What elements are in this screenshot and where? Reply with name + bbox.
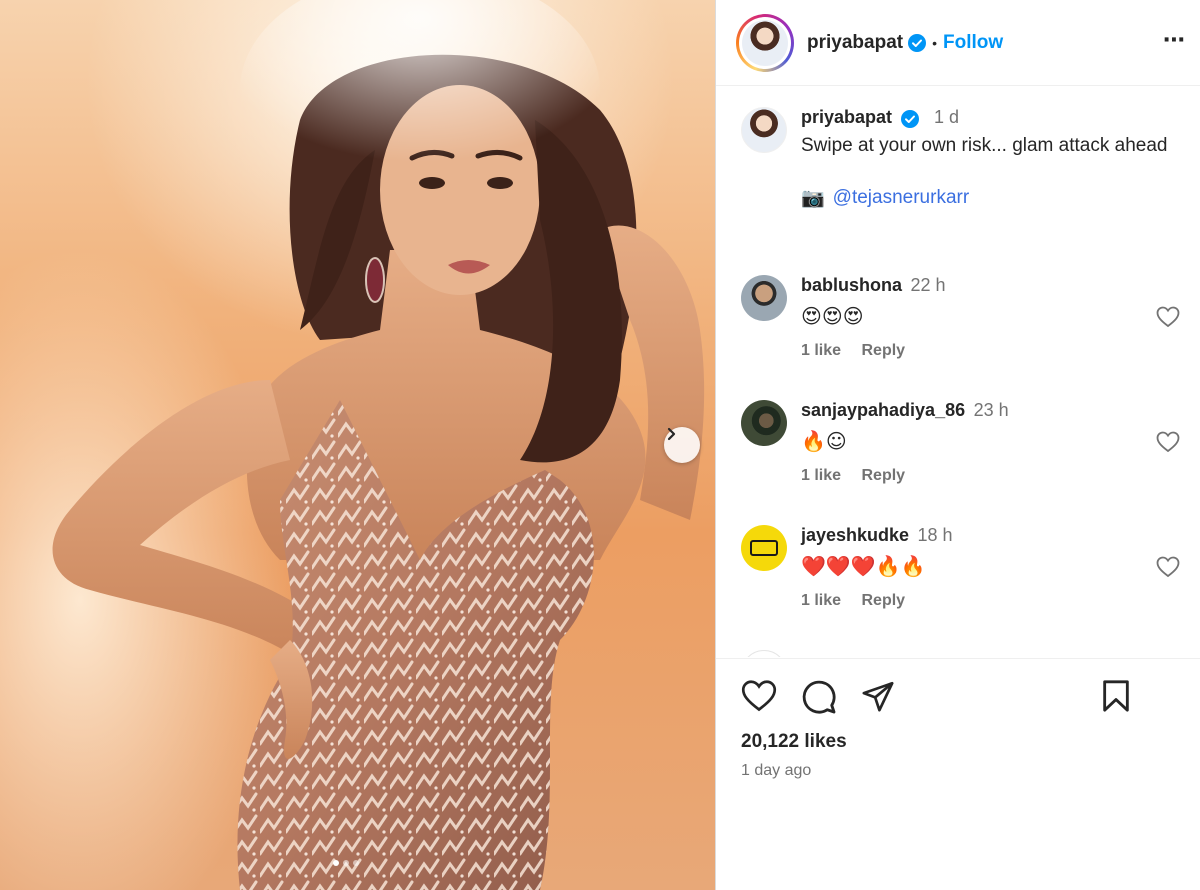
comment-username[interactable]: sanjaypahadiya_86: [801, 400, 965, 420]
photo-credit: 📷 @tejasnerurkarr: [801, 186, 1180, 210]
carousel-indicator: [333, 860, 359, 866]
comment-text: 😍😍😍: [801, 304, 864, 328]
like-comment-heart-icon[interactable]: [1156, 306, 1180, 328]
comment-item: sanjaypahadiya_86 23 h 🔥☺ 1 like Reply: [741, 400, 1180, 500]
caption-username[interactable]: priyabapat: [801, 107, 892, 127]
comment-time: 22 h: [910, 275, 946, 295]
more-options-icon[interactable]: ⋯: [1163, 29, 1186, 51]
comment-username[interactable]: bablushona: [801, 275, 902, 295]
avatar: [741, 650, 787, 657]
carousel-dot: [353, 860, 359, 866]
post-actions: 20,122 likes 1 day ago: [716, 658, 1200, 890]
share-icon[interactable]: [861, 679, 895, 713]
camera-icon: 📷: [801, 188, 825, 209]
caption-time: 1 d: [933, 107, 959, 127]
comment-time: 18 h: [917, 525, 953, 545]
comment-likes[interactable]: 1 like: [801, 592, 841, 609]
likes-count[interactable]: 20,122 likes: [741, 731, 847, 753]
post-photo-illustration: [52, 0, 705, 890]
caption-row: priyabapat 1 d Swipe at your own risk...…: [741, 107, 1180, 267]
reply-button[interactable]: Reply: [861, 467, 905, 484]
save-bookmark-icon[interactable]: [1101, 679, 1131, 713]
post-side-panel: priyabapat • Follow ⋯ priyabapat 1 d Swi…: [715, 0, 1200, 890]
comment-item: bablushona 22 h 😍😍😍 1 like Reply: [741, 275, 1180, 375]
comment-icon[interactable]: [801, 679, 837, 715]
like-heart-icon[interactable]: [741, 679, 777, 713]
caption-text: Swipe at your own risk... glam attack ah…: [801, 135, 1168, 156]
reply-button[interactable]: Reply: [861, 342, 905, 359]
header-separator: •: [932, 34, 937, 51]
comment-likes[interactable]: 1 like: [801, 342, 841, 359]
post-photo[interactable]: [0, 0, 715, 890]
avatar[interactable]: [741, 400, 787, 446]
comment-likes[interactable]: 1 like: [801, 467, 841, 484]
comment-username[interactable]: jayeshkudke: [801, 525, 909, 545]
mention-link[interactable]: @tejasnerurkarr: [833, 187, 970, 209]
verified-badge-icon: [901, 109, 920, 128]
comment-text: 🔥☺: [801, 429, 847, 453]
follow-button[interactable]: Follow: [943, 32, 1003, 54]
like-comment-heart-icon[interactable]: [1156, 431, 1180, 453]
like-comment-heart-icon[interactable]: [1156, 556, 1180, 578]
avatar[interactable]: [741, 525, 787, 571]
reply-button[interactable]: Reply: [861, 592, 905, 609]
avatar[interactable]: [741, 275, 787, 321]
post-header: priyabapat • Follow ⋯: [716, 0, 1200, 86]
carousel-dot: [343, 860, 349, 866]
posted-time: 1 day ago: [741, 762, 812, 779]
comment-item: jayeshkudke 18 h ❤️❤️❤️🔥🔥 1 like Reply: [741, 525, 1180, 625]
author-username[interactable]: priyabapat: [807, 32, 903, 54]
chevron-right-icon: [667, 427, 676, 441]
verified-badge-icon: [908, 33, 927, 52]
comment-text: ❤️❤️❤️🔥🔥: [801, 554, 926, 578]
avatar: [742, 19, 788, 66]
story-avatar[interactable]: [736, 13, 794, 72]
avatar[interactable]: [741, 107, 787, 153]
carousel-next-button[interactable]: [664, 427, 700, 463]
carousel-dot: [333, 860, 339, 866]
comment-time: 23 h: [973, 400, 1009, 420]
comments-list[interactable]: priyabapat 1 d Swipe at your own risk...…: [716, 87, 1200, 657]
